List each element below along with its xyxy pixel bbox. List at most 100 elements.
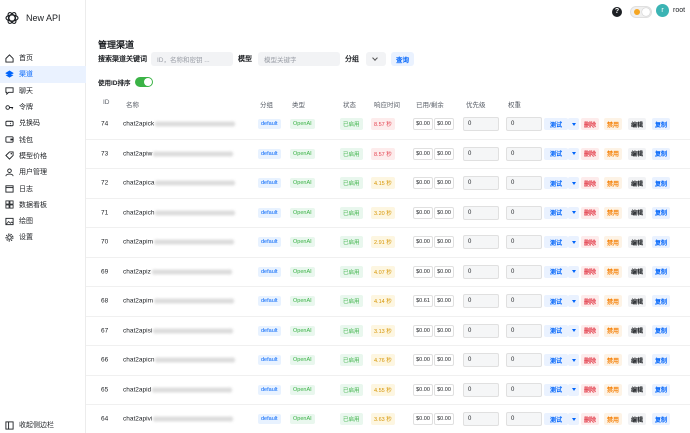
delete-button[interactable]: 删除 xyxy=(581,265,599,278)
edit-button[interactable]: 编辑 xyxy=(628,177,646,190)
priority-input[interactable]: 0 xyxy=(463,146,499,161)
id-sort-switch[interactable] xyxy=(134,77,153,87)
priority-input[interactable]: 0 xyxy=(463,205,499,220)
test-dropdown-icon[interactable] xyxy=(568,295,579,308)
response-time-badge[interactable]: 8.57 秒 xyxy=(371,118,395,131)
priority-input[interactable]: 0 xyxy=(463,176,499,191)
weight-input[interactable]: 0 xyxy=(506,412,542,427)
copy-button[interactable]: 复制 xyxy=(652,118,670,131)
edit-button[interactable]: 编辑 xyxy=(628,118,646,131)
disable-button[interactable]: 禁用 xyxy=(604,324,622,337)
remaining-balance[interactable]: $0.00 xyxy=(434,265,454,278)
sidebar-item-home[interactable]: 首页 xyxy=(0,50,86,66)
priority-input[interactable]: 0 xyxy=(463,235,499,250)
weight-input[interactable]: 0 xyxy=(506,205,542,220)
remaining-balance[interactable]: $0.00 xyxy=(434,383,454,396)
sidebar-item-price[interactable]: 模型价格 xyxy=(0,148,86,164)
used-balance[interactable]: $0.61 xyxy=(413,295,433,308)
disable-button[interactable]: 禁用 xyxy=(604,147,622,160)
used-balance[interactable]: $0.00 xyxy=(413,236,433,249)
used-balance[interactable]: $0.00 xyxy=(413,324,433,337)
brand[interactable]: New API xyxy=(4,10,61,26)
test-dropdown-icon[interactable] xyxy=(568,236,579,249)
test-button[interactable]: 测试 xyxy=(544,118,568,131)
sidebar-item-gear[interactable]: 设置 xyxy=(0,229,86,245)
disable-button[interactable]: 禁用 xyxy=(604,413,622,426)
edit-button[interactable]: 编辑 xyxy=(628,383,646,396)
remaining-balance[interactable]: $0.00 xyxy=(434,206,454,219)
copy-button[interactable]: 复制 xyxy=(652,236,670,249)
used-balance[interactable]: $0.00 xyxy=(413,177,433,190)
edit-button[interactable]: 编辑 xyxy=(628,236,646,249)
priority-input[interactable]: 0 xyxy=(463,117,499,132)
test-button[interactable]: 测试 xyxy=(544,177,568,190)
weight-input[interactable]: 0 xyxy=(506,382,542,397)
sidebar-item-dashboard[interactable]: 数据看板 xyxy=(0,197,86,213)
delete-button[interactable]: 删除 xyxy=(581,295,599,308)
remaining-balance[interactable]: $0.00 xyxy=(434,147,454,160)
edit-button[interactable]: 编辑 xyxy=(628,265,646,278)
test-dropdown-icon[interactable] xyxy=(568,177,579,190)
weight-input[interactable]: 0 xyxy=(506,264,542,279)
delete-button[interactable]: 删除 xyxy=(581,413,599,426)
priority-input[interactable]: 0 xyxy=(463,412,499,427)
delete-button[interactable]: 删除 xyxy=(581,177,599,190)
remaining-balance[interactable]: $0.00 xyxy=(434,177,454,190)
response-time-badge[interactable]: 3.63 秒 xyxy=(371,413,395,426)
test-dropdown-icon[interactable] xyxy=(568,206,579,219)
disable-button[interactable]: 禁用 xyxy=(604,118,622,131)
edit-button[interactable]: 编辑 xyxy=(628,147,646,160)
disable-button[interactable]: 禁用 xyxy=(604,354,622,367)
used-balance[interactable]: $0.00 xyxy=(413,147,433,160)
edit-button[interactable]: 编辑 xyxy=(628,295,646,308)
delete-button[interactable]: 删除 xyxy=(581,236,599,249)
disable-button[interactable]: 禁用 xyxy=(604,265,622,278)
test-button[interactable]: 测试 xyxy=(544,206,568,219)
weight-input[interactable]: 0 xyxy=(506,117,542,132)
edit-button[interactable]: 编辑 xyxy=(628,206,646,219)
edit-button[interactable]: 编辑 xyxy=(628,354,646,367)
remaining-balance[interactable]: $0.00 xyxy=(434,354,454,367)
used-balance[interactable]: $0.00 xyxy=(413,383,433,396)
test-dropdown-icon[interactable] xyxy=(568,118,579,131)
avatar[interactable]: r xyxy=(656,4,669,17)
remaining-balance[interactable]: $0.00 xyxy=(434,236,454,249)
test-button[interactable]: 测试 xyxy=(544,265,568,278)
test-dropdown-icon[interactable] xyxy=(568,265,579,278)
used-balance[interactable]: $0.00 xyxy=(413,118,433,131)
disable-button[interactable]: 禁用 xyxy=(604,236,622,249)
weight-input[interactable]: 0 xyxy=(506,176,542,191)
disable-button[interactable]: 禁用 xyxy=(604,383,622,396)
disable-button[interactable]: 禁用 xyxy=(604,177,622,190)
test-button[interactable]: 测试 xyxy=(544,383,568,396)
response-time-badge[interactable]: 3.13 秒 xyxy=(371,324,395,337)
test-button[interactable]: 测试 xyxy=(544,295,568,308)
response-time-badge[interactable]: 4.15 秒 xyxy=(371,177,395,190)
sidebar-item-calendar[interactable]: 日志 xyxy=(0,180,86,196)
response-time-badge[interactable]: 4.76 秒 xyxy=(371,354,395,367)
test-dropdown-icon[interactable] xyxy=(568,413,579,426)
priority-input[interactable]: 0 xyxy=(463,264,499,279)
copy-button[interactable]: 复制 xyxy=(652,413,670,426)
priority-input[interactable]: 0 xyxy=(463,294,499,309)
delete-button[interactable]: 删除 xyxy=(581,147,599,160)
copy-button[interactable]: 复制 xyxy=(652,147,670,160)
disable-button[interactable]: 禁用 xyxy=(604,295,622,308)
sidebar-item-key[interactable]: 令牌 xyxy=(0,99,86,115)
response-time-badge[interactable]: 4.14 秒 xyxy=(371,295,395,308)
theme-toggle[interactable] xyxy=(630,6,652,18)
test-button[interactable]: 测试 xyxy=(544,147,568,160)
delete-button[interactable]: 删除 xyxy=(581,118,599,131)
weight-input[interactable]: 0 xyxy=(506,294,542,309)
disable-button[interactable]: 禁用 xyxy=(604,206,622,219)
sidebar-item-chat[interactable]: 聊天 xyxy=(0,83,86,99)
copy-button[interactable]: 复制 xyxy=(652,177,670,190)
copy-button[interactable]: 复制 xyxy=(652,206,670,219)
response-time-badge[interactable]: 4.55 秒 xyxy=(371,383,395,396)
model-input[interactable]: 模型关键字 xyxy=(258,52,340,66)
test-button[interactable]: 测试 xyxy=(544,413,568,426)
group-select[interactable] xyxy=(366,52,386,66)
test-button[interactable]: 测试 xyxy=(544,324,568,337)
help-icon[interactable]: ? xyxy=(612,7,622,17)
delete-button[interactable]: 删除 xyxy=(581,206,599,219)
